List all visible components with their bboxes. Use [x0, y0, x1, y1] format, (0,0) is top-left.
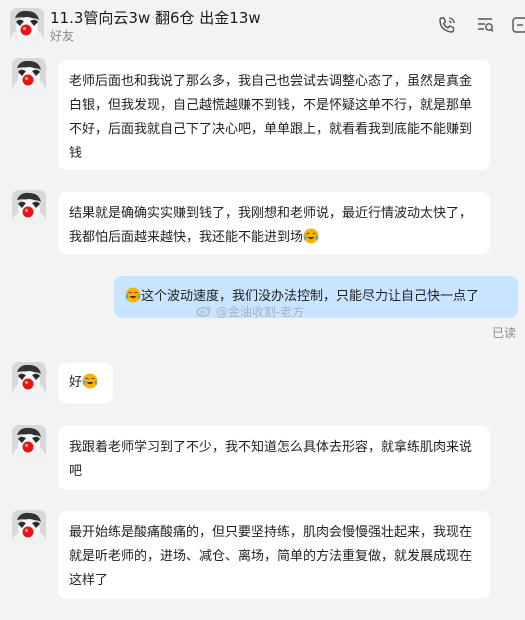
avatar-image — [12, 362, 46, 396]
avatar-image — [12, 58, 46, 92]
peer-avatar[interactable] — [12, 425, 46, 459]
message-text: 结果就是确确实实赚到钱了，我刚想和老师说，最近行情波动太快了，我都怕后面越来越快… — [69, 206, 473, 245]
message-text: 我跟着老师学习到了不少，我不知道怎么具体去形容，就拿练肌肉来说吧 — [69, 440, 473, 479]
phone-icon[interactable] — [437, 15, 457, 35]
message-bubble[interactable]: 好 — [58, 363, 113, 403]
peer-avatar[interactable] — [12, 190, 46, 224]
contact-avatar[interactable] — [10, 8, 44, 42]
avatar-image — [12, 510, 46, 544]
message-bubble[interactable]: 结果就是确确实实赚到钱了，我刚想和老师说，最近行情波动太快了，我都怕后面越来越快… — [58, 192, 490, 254]
laugh-cry-emoji-icon — [82, 373, 98, 389]
watermark: @金油收割-老方 — [196, 303, 304, 320]
avatar-image — [12, 190, 46, 224]
more-icon[interactable] — [510, 15, 525, 35]
peer-avatar[interactable] — [12, 510, 46, 544]
chat-subtitle: 好友 — [50, 29, 75, 43]
peer-avatar[interactable] — [12, 362, 46, 396]
laugh-cry-emoji-icon — [125, 287, 141, 303]
message-bubble[interactable]: 老师后面也和我说了那么多，我自己也尝试去调整心态了，虽然是真金白银，但我发现，自… — [58, 60, 490, 170]
notes-icon[interactable] — [475, 15, 495, 35]
laugh-cry-emoji-icon — [303, 228, 319, 244]
chat-title: 11.3管向云3w 翻6仓 出金13w — [50, 9, 261, 27]
message-text: 这个波动速度，我们没办法控制，只能尽力让自己快一点了 — [141, 289, 480, 304]
read-status: 已读 — [492, 326, 517, 340]
avatar-image — [10, 8, 44, 42]
weibo-icon — [196, 306, 211, 317]
self-message-bubble[interactable]: 这个波动速度，我们没办法控制，只能尽力让自己快一点了 — [114, 276, 518, 318]
avatar-image — [12, 425, 46, 459]
message-text: 老师后面也和我说了那么多，我自己也尝试去调整心态了，虽然是真金白银，但我发现，自… — [69, 74, 473, 161]
message-text: 好 — [69, 375, 83, 390]
message-bubble[interactable]: 我跟着老师学习到了不少，我不知道怎么具体去形容，就拿练肌肉来说吧 — [58, 426, 490, 490]
message-bubble[interactable]: 最开始练是酸痛酸痛的，但只要坚持练，肌肉会慢慢强壮起来，我现在就是听老师的，进场… — [58, 511, 490, 599]
message-text: 最开始练是酸痛酸痛的，但只要坚持练，肌肉会慢慢强壮起来，我现在就是听老师的，进场… — [69, 525, 473, 588]
chat-header: 11.3管向云3w 翻6仓 出金13w 好友 — [0, 0, 525, 44]
peer-avatar[interactable] — [12, 58, 46, 92]
